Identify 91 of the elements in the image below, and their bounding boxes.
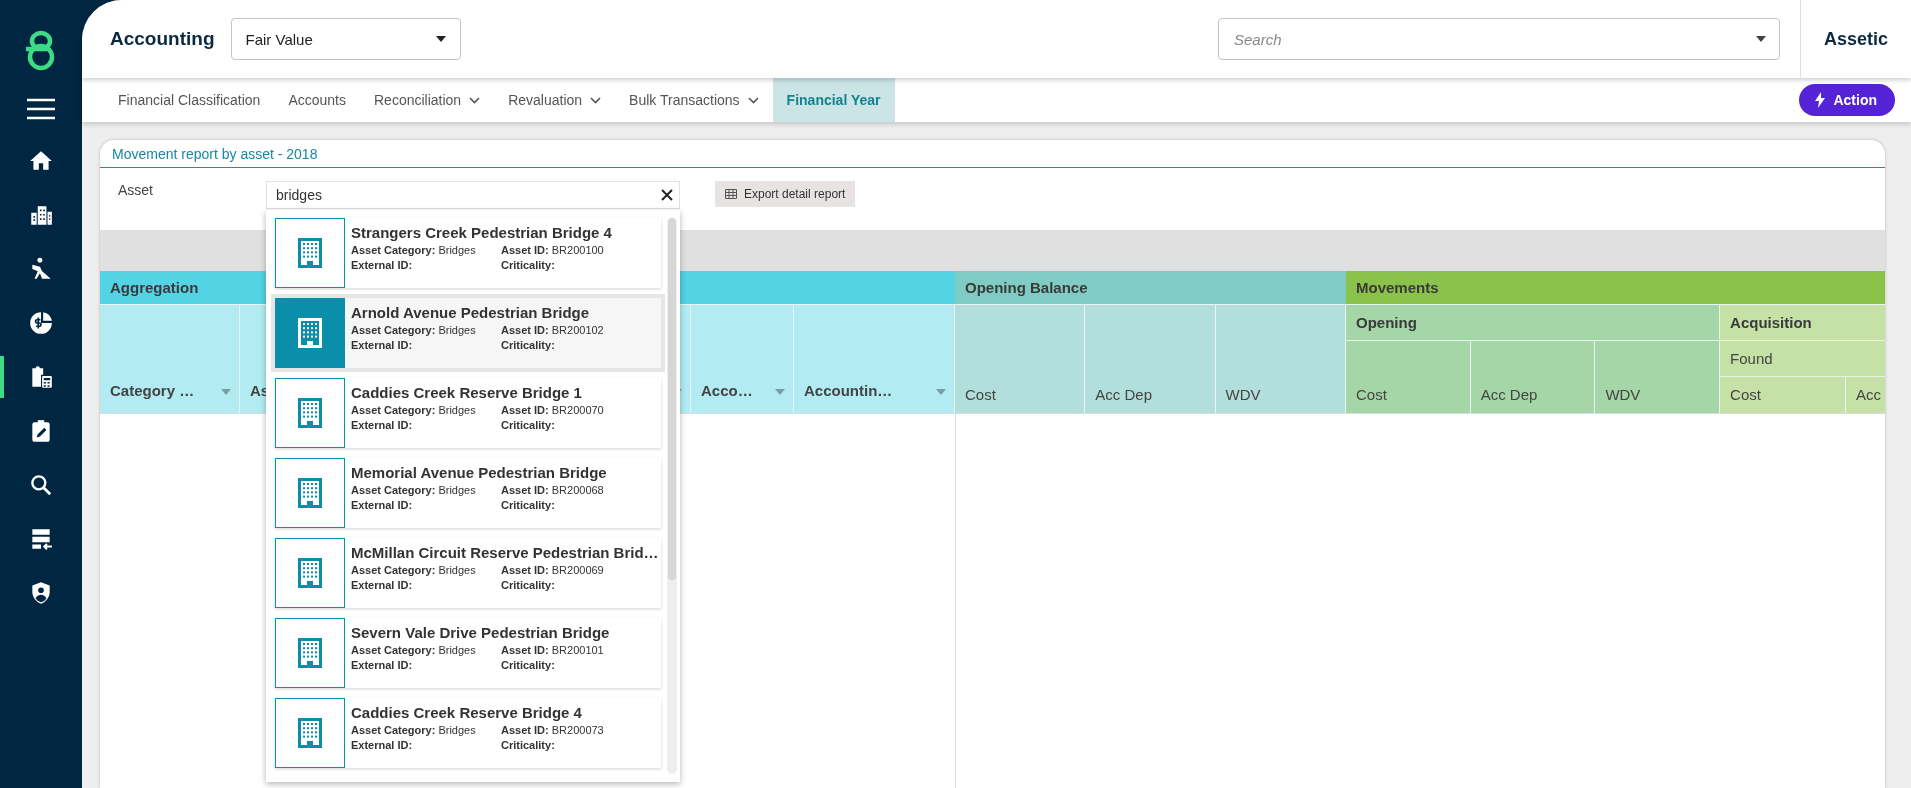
search-field[interactable]: Search bbox=[1218, 18, 1780, 60]
asset-name: Arnold Avenue Pedestrian Bridge bbox=[351, 304, 591, 321]
close-icon[interactable] bbox=[661, 189, 673, 201]
filter-arrow-icon bbox=[221, 389, 231, 395]
asset-category: Asset Category: Bridges bbox=[351, 244, 477, 256]
column-group-header: Movements bbox=[1346, 271, 1885, 305]
asset-id: Asset ID: BR200102 bbox=[501, 324, 605, 336]
asset-name: McMillan Circuit Reserve Pedestrian Brid… bbox=[351, 544, 659, 561]
criticality-label: Criticality: bbox=[501, 499, 556, 511]
asset-category: Asset Category: Bridges bbox=[351, 724, 477, 736]
brand-name: Assetic bbox=[1822, 28, 1889, 50]
external-id-label: External ID: bbox=[351, 739, 414, 751]
caret-icon bbox=[435, 36, 446, 42]
table-icon bbox=[725, 189, 737, 199]
asset-id: Asset ID: BR200073 bbox=[501, 724, 605, 736]
asset-result-item[interactable]: Memorial Avenue Pedestrian Bridge Asset Category: Bridges Asset ID: BR200068 External ID: Criticality: bbox=[275, 458, 661, 528]
asset-name: Caddies Creek Reserve Bridge 1 bbox=[351, 384, 583, 401]
external-id-label: External ID: bbox=[351, 419, 414, 431]
asset-result-item[interactable]: Severn Vale Drive Pedestrian Bridge Asset Category: Bridges Asset ID: BR200101 External ID: Criticality: bbox=[275, 618, 661, 688]
external-id-label: External ID: bbox=[351, 659, 414, 671]
nav-tab[interactable]: Financial Classification bbox=[104, 78, 275, 122]
column-group-header: Acquisition bbox=[1720, 305, 1885, 341]
nav-tab[interactable]: Revaluation bbox=[494, 78, 616, 122]
asset-category: Asset Category: Bridges bbox=[351, 644, 477, 656]
filter-arrow-icon bbox=[775, 389, 785, 395]
search-icon bbox=[28, 472, 54, 498]
building-icon bbox=[298, 638, 322, 668]
building-icon bbox=[298, 558, 322, 588]
criticality-label: Criticality: bbox=[501, 339, 556, 351]
building-icon bbox=[298, 398, 322, 428]
caret-icon bbox=[1756, 36, 1766, 42]
asset-result-item[interactable]: Strangers Creek Pedestrian Bridge 4 Asset Category: Bridges Asset ID: BR200100 External ID: Criticality: bbox=[275, 218, 661, 288]
column-header[interactable]: Category … bbox=[110, 382, 195, 399]
asset-result-item[interactable]: McMillan Circuit Reserve Pedestrian Brid… Asset Category: Bridges Asset ID: BR200069 External ID: Criticality: bbox=[275, 538, 661, 608]
asset-search-field[interactable]: bridges bbox=[266, 181, 680, 209]
external-id-label: External ID: bbox=[351, 579, 414, 591]
building-icon bbox=[298, 318, 322, 348]
asset-category: Asset Category: Bridges bbox=[351, 404, 477, 416]
criticality-label: Criticality: bbox=[501, 419, 556, 431]
criticality-label: Criticality: bbox=[501, 259, 556, 271]
report-title: Movement report by asset - 2018 bbox=[112, 145, 318, 162]
asset-name: Severn Vale Drive Pedestrian Bridge bbox=[351, 624, 611, 641]
column-header: Acc Dep bbox=[1095, 386, 1152, 403]
dollar-chart-icon bbox=[28, 310, 54, 336]
criticality-label: Criticality: bbox=[501, 739, 556, 751]
filter-arrow-icon bbox=[936, 389, 946, 395]
building-icon bbox=[298, 238, 322, 268]
asset-id: Asset ID: BR200101 bbox=[501, 644, 605, 656]
external-id-label: External ID: bbox=[351, 339, 414, 351]
column-header[interactable]: Acco… bbox=[701, 382, 753, 399]
external-id-label: External ID: bbox=[351, 499, 414, 511]
column-group-header: Opening bbox=[1346, 305, 1721, 341]
module-select[interactable]: Fair Value bbox=[230, 18, 461, 60]
column-header: WDV bbox=[1605, 386, 1641, 403]
building-icon bbox=[298, 478, 322, 508]
criticality-label: Criticality: bbox=[501, 659, 556, 671]
nav-tab[interactable]: Bulk Transactions bbox=[615, 78, 773, 122]
asset-label: Asset bbox=[118, 182, 154, 198]
asset-name: Strangers Creek Pedestrian Bridge 4 bbox=[351, 224, 613, 241]
nav-tab[interactable]: Accounts bbox=[274, 78, 360, 122]
column-header: WDV bbox=[1225, 386, 1261, 403]
menu-icon[interactable] bbox=[27, 98, 55, 120]
asset-result-item[interactable]: Caddies Creek Reserve Bridge 4 Asset Category: Bridges Asset ID: BR200073 External ID: Criticality: bbox=[275, 698, 661, 768]
asset-id: Asset ID: BR200100 bbox=[501, 244, 605, 256]
asset-category: Asset Category: Bridges bbox=[351, 324, 477, 336]
asset-name: Memorial Avenue Pedestrian Bridge bbox=[351, 464, 608, 481]
action-button[interactable]: Action bbox=[1799, 84, 1895, 116]
building-icon bbox=[298, 718, 322, 748]
column-header: Cost bbox=[965, 386, 996, 403]
external-id-label: External ID: bbox=[351, 259, 414, 271]
column-header[interactable]: Accountin… bbox=[804, 382, 893, 399]
asset-id: Asset ID: BR200070 bbox=[501, 404, 605, 416]
asset-name: Caddies Creek Reserve Bridge 4 bbox=[351, 704, 583, 721]
export-button[interactable]: Export detail report bbox=[715, 181, 856, 207]
nav-tab[interactable]: Reconciliation bbox=[360, 78, 495, 122]
column-header: Acc Dep bbox=[1480, 386, 1538, 403]
column-header: Cost bbox=[1356, 386, 1387, 403]
column-header: Cost bbox=[1730, 386, 1761, 403]
asset-category: Asset Category: Bridges bbox=[351, 484, 477, 496]
asset-id: Asset ID: BR200069 bbox=[501, 564, 605, 576]
criticality-label: Criticality: bbox=[501, 579, 556, 591]
asset-category: Asset Category: Bridges bbox=[351, 564, 477, 576]
page-title: Accounting bbox=[110, 28, 215, 50]
column-group-header: Found bbox=[1720, 341, 1885, 377]
lightning-icon bbox=[1815, 92, 1826, 108]
column-group-header: Opening Balance bbox=[955, 271, 1346, 305]
asset-result-item[interactable]: Caddies Creek Reserve Bridge 1 Asset Category: Bridges Asset ID: BR200070 External ID: Criticality: bbox=[275, 378, 661, 448]
scrollbar-track[interactable] bbox=[667, 218, 677, 774]
asset-id: Asset ID: BR200068 bbox=[501, 484, 605, 496]
scrollbar-thumb[interactable] bbox=[668, 218, 676, 580]
column-header: Acc bbox=[1856, 386, 1882, 403]
